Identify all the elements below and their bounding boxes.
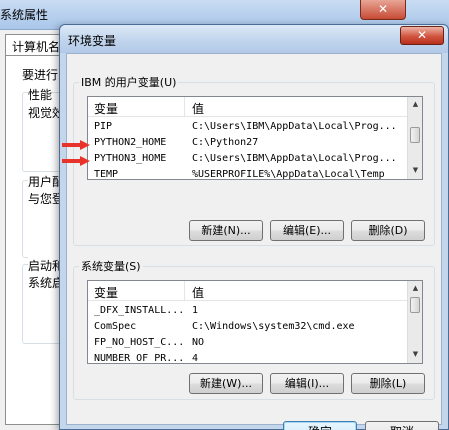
performance-group-label: 性能 bbox=[28, 86, 53, 103]
variable-value: C:\Windows\system32\cmd.exe bbox=[192, 321, 355, 332]
user-variables-header: 变量 值 bbox=[88, 97, 408, 117]
user-variables-scrollbar[interactable]: ▲ ▼ bbox=[407, 97, 422, 179]
table-row[interactable]: _DFX_INSTALL... 1 bbox=[88, 303, 408, 319]
variable-value: 1 bbox=[192, 305, 199, 316]
red-arrow-icon bbox=[62, 156, 90, 166]
system-delete-button[interactable]: 删除(L) bbox=[351, 373, 425, 394]
ok-button[interactable]: 确定 bbox=[283, 421, 357, 430]
system-variables-label: 系统变量(S) bbox=[79, 258, 143, 274]
user-variables-label: IBM 的用户变量(U) bbox=[79, 74, 179, 90]
variable-name: NUMBER_OF_PR... bbox=[94, 353, 185, 364]
red-arrow-icon bbox=[62, 140, 90, 150]
table-row[interactable]: NUMBER_OF_PR... 4 bbox=[88, 351, 408, 364]
scroll-down-arrow-icon[interactable]: ▼ bbox=[408, 163, 422, 178]
variable-name: TEMP bbox=[94, 169, 119, 180]
dialog-close-button[interactable]: ✕ bbox=[400, 26, 444, 45]
environment-variables-dialog: 环境变量 ✕ IBM 的用户变量(U) 变量 值 PIP C:\Users\IB… bbox=[59, 24, 449, 430]
variable-value: 4 bbox=[192, 353, 199, 364]
variable-name: PIP bbox=[94, 121, 113, 132]
table-row[interactable]: TEMP %USERPROFILE%\AppData\Local\Temp bbox=[88, 167, 408, 180]
variable-name: FP_NO_HOST_C... bbox=[94, 337, 185, 348]
variable-name: PYTHON3_HOME bbox=[94, 153, 167, 164]
tab-computer-name[interactable]: 计算机名 bbox=[5, 34, 68, 56]
dialog-title: 环境变量 bbox=[68, 34, 117, 48]
variable-name: _DFX_INSTALL... bbox=[94, 305, 185, 316]
variable-name: PYTHON2_HOME bbox=[94, 137, 167, 148]
user-delete-button[interactable]: 删除(D) bbox=[351, 220, 425, 241]
column-header-variable[interactable]: 变量 bbox=[94, 100, 118, 117]
table-row[interactable]: PYTHON2_HOME C:\Python27 bbox=[88, 135, 408, 151]
close-icon: ✕ bbox=[416, 28, 428, 42]
scrollbar-thumb[interactable] bbox=[410, 127, 420, 143]
scroll-up-arrow-icon[interactable]: ▲ bbox=[408, 97, 422, 112]
system-edit-button[interactable]: 编辑(I)... bbox=[270, 373, 344, 394]
column-separator[interactable] bbox=[184, 281, 185, 301]
table-row[interactable]: FP_NO_HOST_C... NO bbox=[88, 335, 408, 351]
admin-note-text: 要进行 bbox=[22, 68, 59, 82]
variable-value: C:\Users\IBM\AppData\Local\Prog... bbox=[192, 121, 397, 132]
scroll-down-arrow-icon[interactable]: ▼ bbox=[408, 347, 422, 362]
user-new-button[interactable]: 新建(N)... bbox=[189, 220, 263, 241]
dialog-titlebar[interactable]: 环境变量 ✕ bbox=[60, 25, 448, 53]
system-properties-title: 系统属性 bbox=[0, 8, 49, 22]
column-header-value[interactable]: 值 bbox=[192, 100, 204, 117]
tab-computer-name-label: 计算机名 bbox=[12, 40, 61, 54]
table-row[interactable]: ComSpec C:\Windows\system32\cmd.exe bbox=[88, 319, 408, 335]
column-header-value[interactable]: 值 bbox=[192, 284, 204, 301]
table-row[interactable]: PIP C:\Users\IBM\AppData\Local\Prog... bbox=[88, 119, 408, 135]
system-properties-close-button[interactable]: ✕ bbox=[360, 0, 406, 20]
system-variables-list[interactable]: 变量 值 _DFX_INSTALL... 1 ComSpec C:\Window… bbox=[87, 280, 423, 364]
system-variables-scrollbar[interactable]: ▲ ▼ bbox=[407, 281, 422, 363]
variable-value: C:\Python27 bbox=[192, 137, 259, 148]
variable-value: C:\Users\IBM\AppData\Local\Prog... bbox=[192, 153, 397, 164]
variable-value: %USERPROFILE%\AppData\Local\Temp bbox=[192, 169, 385, 180]
dialog-body: IBM 的用户变量(U) 变量 值 PIP C:\Users\IBM\AppDa… bbox=[66, 53, 442, 430]
column-separator[interactable] bbox=[184, 97, 185, 117]
scroll-up-arrow-icon[interactable]: ▲ bbox=[408, 281, 422, 296]
system-new-button[interactable]: 新建(W)... bbox=[189, 373, 263, 394]
variable-value: NO bbox=[192, 337, 205, 348]
scrollbar-thumb[interactable] bbox=[410, 297, 420, 313]
user-edit-button[interactable]: 编辑(E)... bbox=[270, 220, 344, 241]
system-variables-header: 变量 值 bbox=[88, 281, 408, 301]
cancel-button[interactable]: 取消 bbox=[365, 421, 439, 430]
user-variables-list[interactable]: 变量 值 PIP C:\Users\IBM\AppData\Local\Prog… bbox=[87, 96, 423, 180]
variable-name: ComSpec bbox=[94, 321, 137, 332]
close-icon: ✕ bbox=[377, 2, 389, 16]
column-header-variable[interactable]: 变量 bbox=[94, 284, 118, 301]
table-row[interactable]: PYTHON3_HOME C:\Users\IBM\AppData\Local\… bbox=[88, 151, 408, 167]
